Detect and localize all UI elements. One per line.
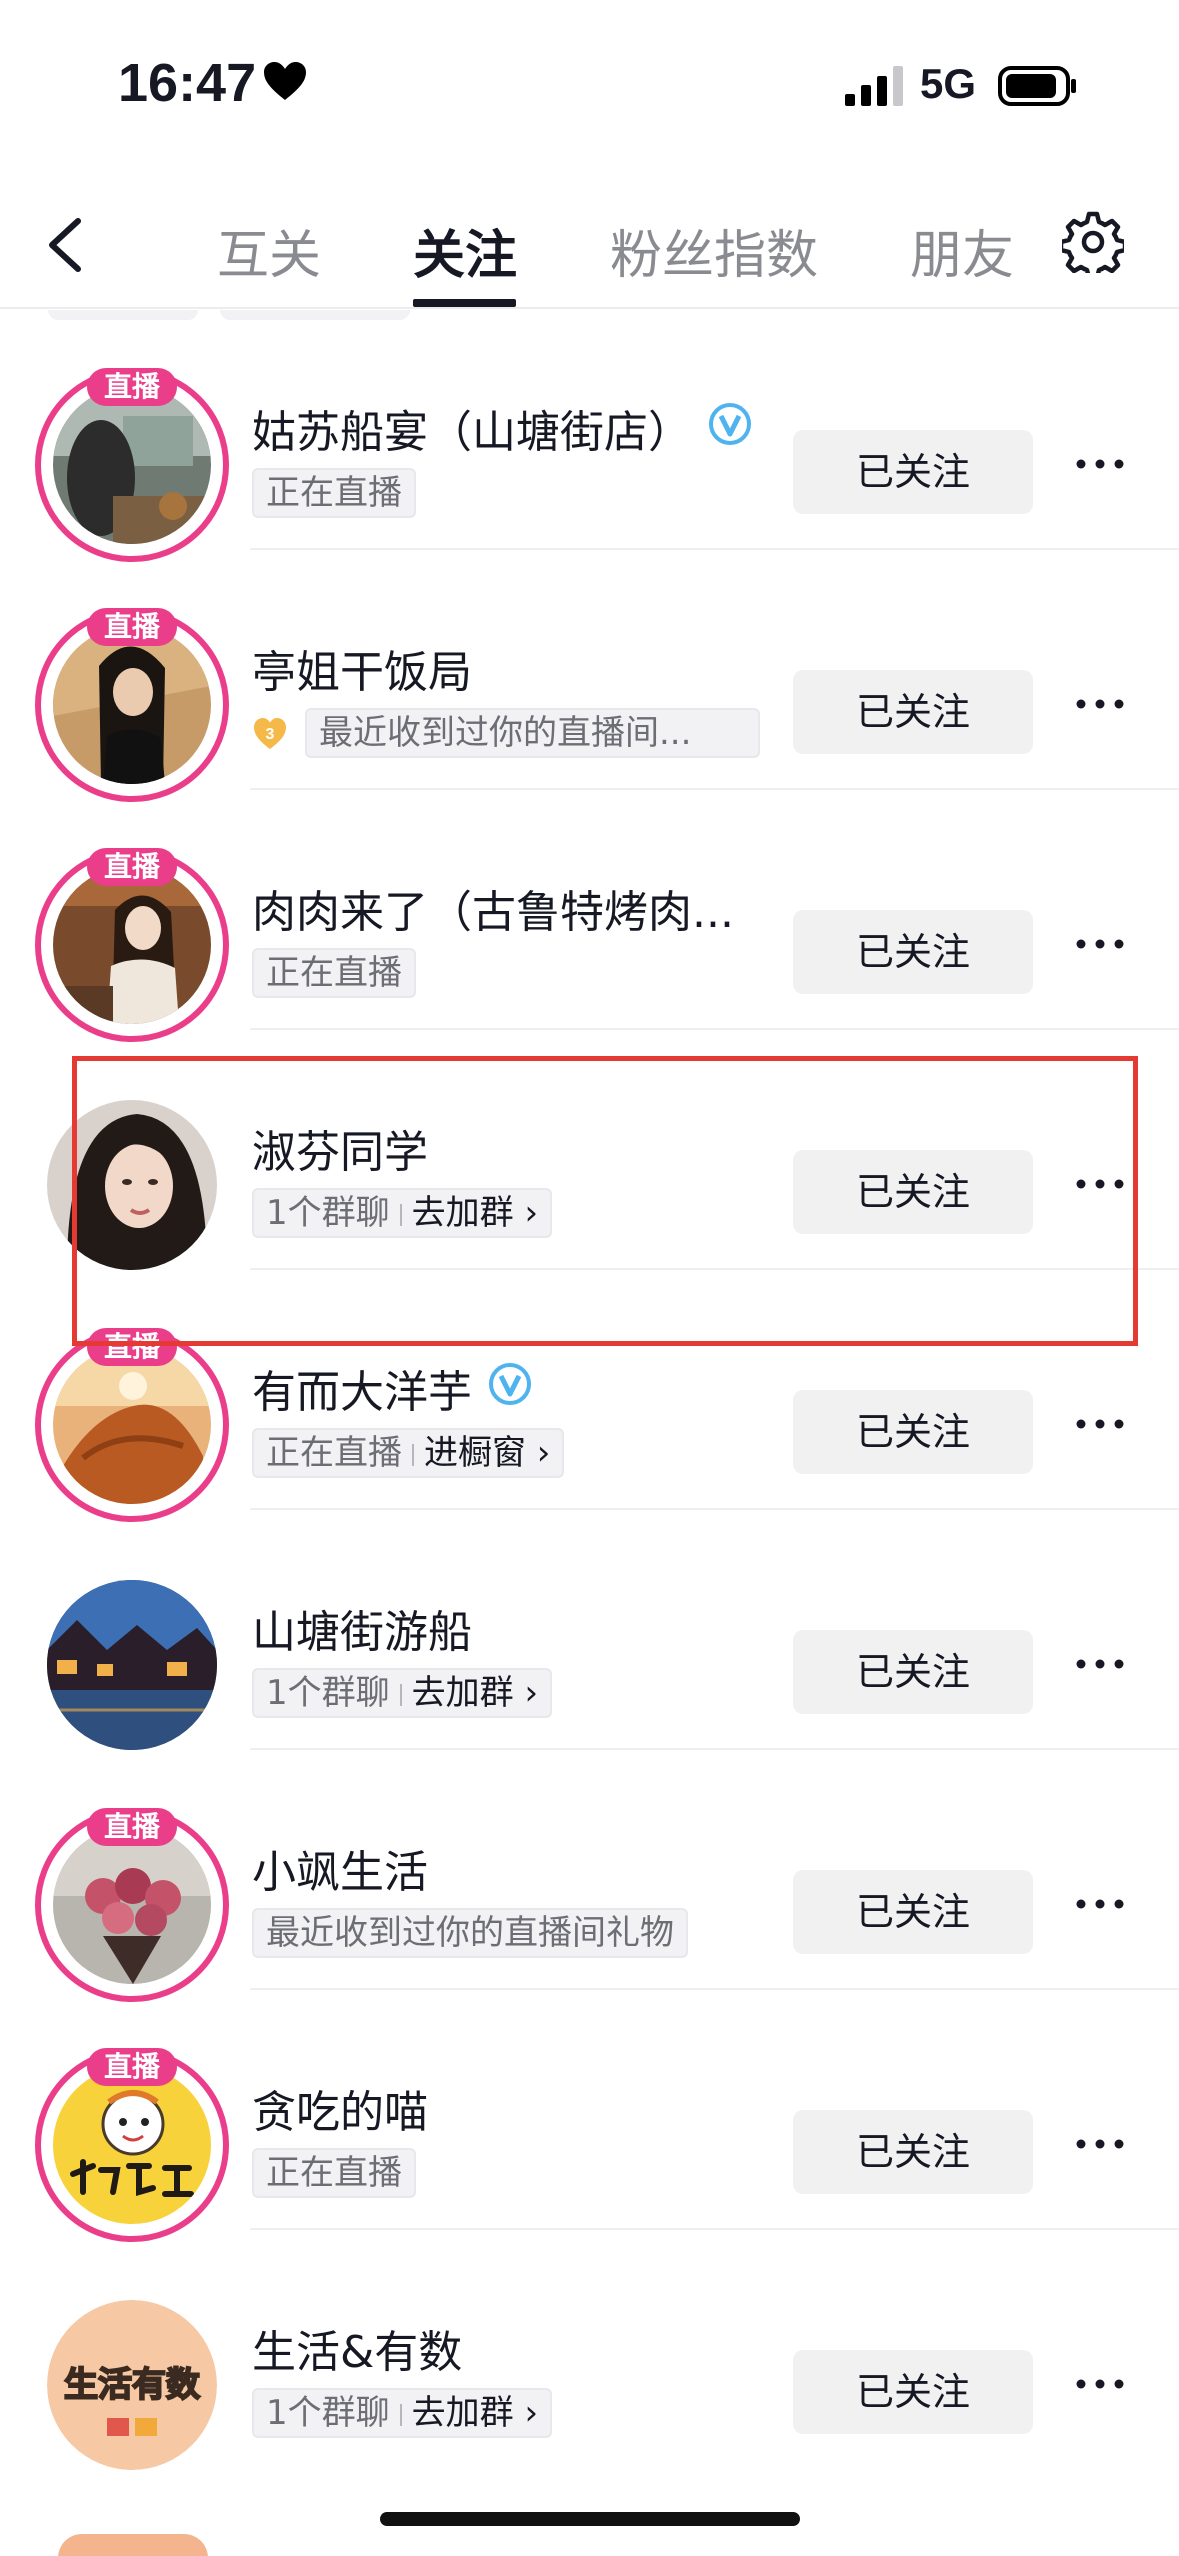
fan-level: 3: [266, 726, 275, 743]
user-name[interactable]: 有而大洋芋: [252, 1356, 472, 1420]
list-item[interactable]: 直播 姑苏船宴（山塘街店） 正在直播 已关注: [0, 310, 1179, 562]
avatar-image: 生活有数: [47, 2300, 217, 2470]
live-badge: 直播: [87, 2048, 177, 2086]
verified-icon: [489, 1363, 531, 1405]
shop-window-link[interactable]: 进橱窗 ›: [424, 1433, 550, 1473]
avatar[interactable]: 生活有数: [35, 2288, 229, 2482]
tab-following[interactable]: 关注: [413, 213, 517, 288]
avatar-image: [53, 386, 211, 544]
avatar[interactable]: 直播: [35, 368, 229, 562]
separator: [399, 2403, 402, 2426]
fan-level-heart-icon: 3: [254, 718, 286, 749]
live-status: 正在直播: [266, 1433, 402, 1473]
tab-fans-index[interactable]: 粉丝指数: [610, 213, 818, 288]
join-group-link[interactable]: 去加群 ›: [412, 1673, 538, 1713]
highlight-box: [72, 1056, 1138, 1346]
status-tag: 最近收到过你的直播间礼物: [252, 1908, 688, 1958]
following-button[interactable]: 已关注: [793, 1390, 1033, 1474]
following-button[interactable]: 已关注: [793, 910, 1033, 994]
status-tag: 正在直播: [252, 948, 416, 998]
user-name[interactable]: 贪吃的喵: [252, 2076, 428, 2140]
avatar-image: [53, 866, 211, 1024]
more-icon[interactable]: [1075, 458, 1125, 470]
following-button[interactable]: 已关注: [793, 1630, 1033, 1714]
verified-icon: [709, 403, 751, 445]
active-tab-indicator: [413, 299, 516, 307]
list-item[interactable]: 直播 小飒生活 最近收到过你的直播间礼物 已关注: [0, 1750, 1179, 2002]
avatar-image: [53, 1346, 211, 1504]
avatar-image: [53, 2066, 211, 2224]
signal-icon: [845, 66, 903, 106]
list-item[interactable]: 直播 贪吃的喵 正在直播 已关注: [0, 1990, 1179, 2242]
separator: [412, 1443, 414, 1466]
home-indicator: [380, 2512, 800, 2526]
tab-friends[interactable]: 朋友: [910, 213, 1014, 288]
top-nav: 互关 关注 粉丝指数 朋友: [0, 175, 1179, 309]
list-item[interactable]: 生活有数 生活&有数 1个群聊 去加群 › 已关注: [0, 2230, 1179, 2470]
following-button[interactable]: 已关注: [793, 2350, 1033, 2434]
group-count: 1个群聊: [266, 2393, 390, 2433]
more-icon[interactable]: [1075, 1658, 1125, 1670]
live-badge: 直播: [87, 608, 177, 646]
user-name[interactable]: 小飒生活: [252, 1836, 428, 1900]
more-icon[interactable]: [1075, 938, 1125, 950]
gear-icon[interactable]: [1062, 211, 1124, 273]
tab-mutual[interactable]: 互关: [217, 213, 321, 288]
list-item[interactable]: 直播 肉肉来了（古鲁特烤肉... 正在直播 已关注: [0, 790, 1179, 1042]
join-group-link[interactable]: 去加群 ›: [412, 2393, 538, 2433]
avatar[interactable]: 直播: [35, 1328, 229, 1522]
status-tag[interactable]: 正在直播 进橱窗 ›: [252, 1428, 565, 1478]
following-button[interactable]: 已关注: [793, 670, 1033, 754]
status-tag: 正在直播: [252, 2148, 416, 2198]
back-arrow-icon[interactable]: [44, 215, 88, 275]
avatar[interactable]: 直播: [35, 1808, 229, 2002]
status-tag: 最近收到过你的直播间...: [305, 708, 760, 758]
more-icon[interactable]: [1075, 1418, 1125, 1430]
user-name[interactable]: 肉肉来了（古鲁特烤肉...: [252, 876, 734, 940]
avatar[interactable]: 直播: [35, 608, 229, 802]
status-tag: 正在直播: [252, 468, 416, 518]
heart-icon: [264, 62, 306, 100]
avatar[interactable]: 直播: [35, 2048, 229, 2242]
following-button[interactable]: 已关注: [793, 430, 1033, 514]
avatar-text: 生活有数: [64, 2365, 200, 2405]
live-badge: 直播: [87, 848, 177, 886]
network-type: 5G: [920, 60, 977, 107]
list-item[interactable]: 直播 亭姐干饭局 3 最近收到过你的直播间... 已关注: [0, 550, 1179, 802]
group-count: 1个群聊: [266, 1673, 390, 1713]
avatar[interactable]: 直播: [35, 848, 229, 1042]
more-icon[interactable]: [1075, 2378, 1125, 2390]
user-name[interactable]: 生活&有数: [252, 2316, 462, 2380]
group-chat-tag[interactable]: 1个群聊 去加群 ›: [252, 2388, 553, 2438]
avatar[interactable]: [35, 1568, 229, 1762]
list-item[interactable]: 山塘街游船 1个群聊 去加群 › 已关注: [0, 1510, 1179, 1750]
user-name[interactable]: 亭姐干饭局: [252, 636, 472, 700]
battery-icon: [998, 66, 1076, 106]
user-name[interactable]: 山塘街游船: [252, 1596, 472, 1660]
user-name[interactable]: 姑苏船宴（山塘街店）: [252, 396, 692, 460]
status-time: 16:47: [118, 53, 257, 113]
more-icon[interactable]: [1075, 2138, 1125, 2150]
group-chat-tag[interactable]: 1个群聊 去加群 ›: [252, 1668, 553, 1718]
following-button[interactable]: 已关注: [793, 1870, 1033, 1954]
more-icon[interactable]: [1075, 1898, 1125, 1910]
status-bar: 16:47 5G: [0, 0, 1179, 175]
live-badge: 直播: [87, 368, 177, 406]
following-button[interactable]: 已关注: [793, 2110, 1033, 2194]
live-badge: 直播: [87, 1808, 177, 1846]
next-avatar-peek: [58, 2534, 208, 2556]
avatar-image: [53, 626, 211, 784]
separator: [399, 1683, 402, 1706]
more-icon[interactable]: [1075, 698, 1125, 710]
avatar-image: [47, 1580, 217, 1750]
avatar-image: [53, 1826, 211, 1984]
